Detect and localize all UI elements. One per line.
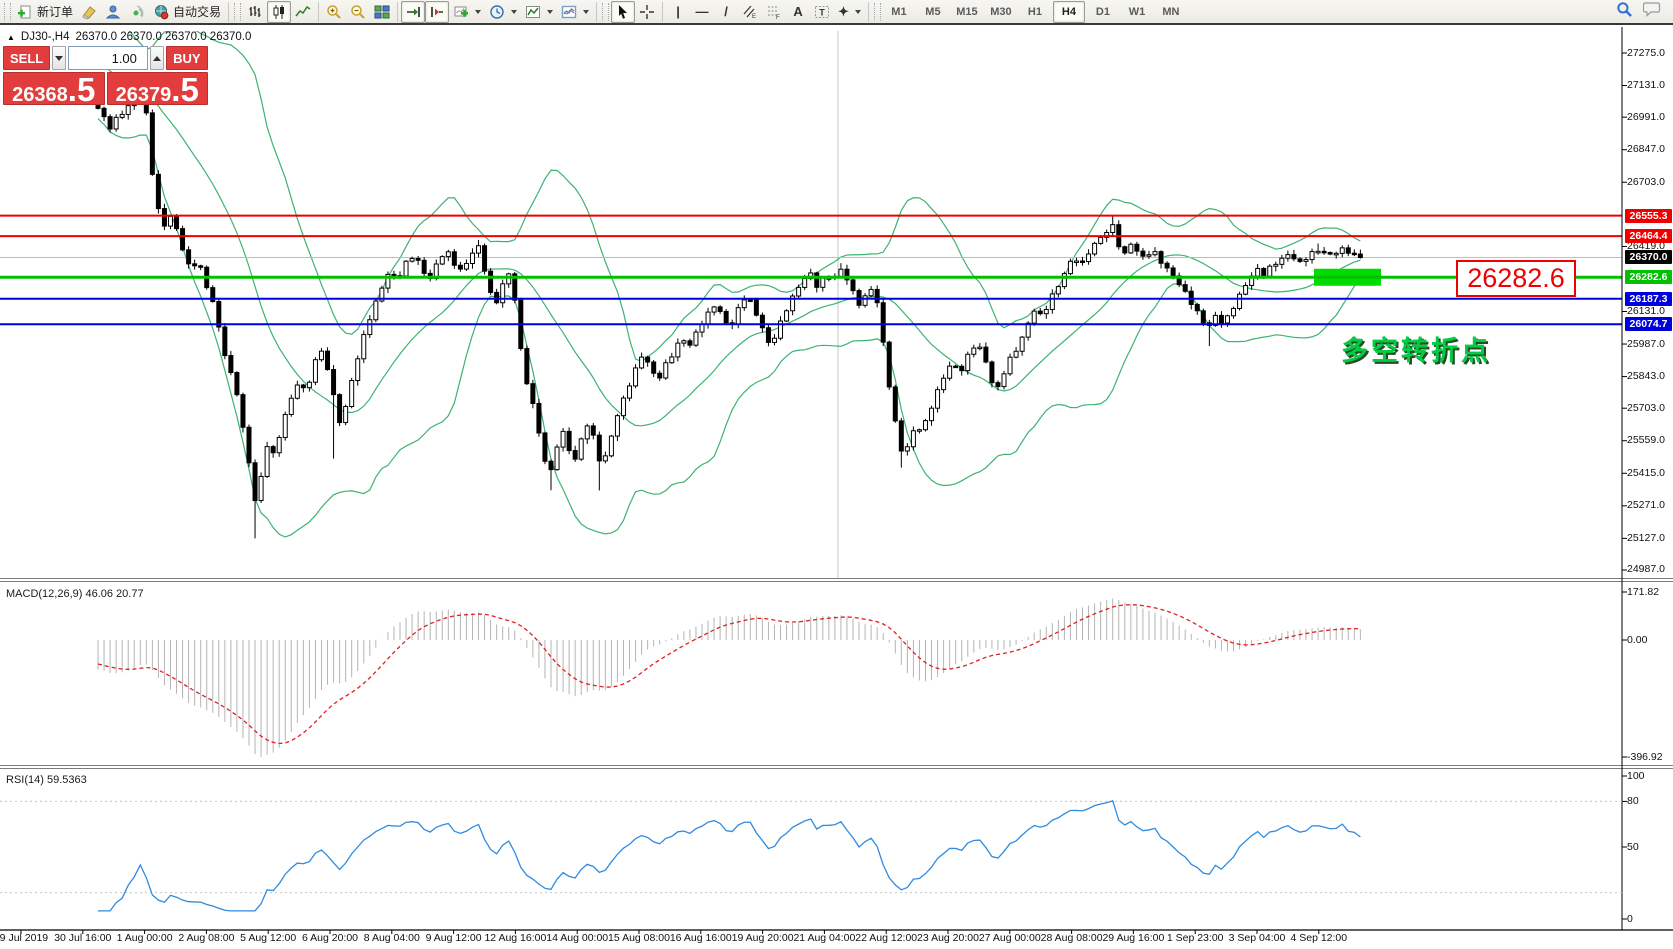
mt4-window: 新订单 自动交易 xyxy=(0,0,1673,949)
macd-header: MACD(12,26,9) 46.06 20.77 xyxy=(6,588,144,600)
price-callout-box[interactable]: 26282.6 xyxy=(1456,260,1576,297)
chart-symbol-period: DJ30-,H4 xyxy=(21,31,70,43)
candles-layer xyxy=(96,74,1362,538)
main-plot-layer xyxy=(0,1,1622,578)
buy-button[interactable]: BUY xyxy=(166,46,208,70)
chart-ohlc-values: 26370.0 26370.0 26370.0 26370.0 xyxy=(76,31,252,43)
volume-input[interactable] xyxy=(68,46,148,70)
turning-point-annotation[interactable]: 多空转折点 xyxy=(1341,329,1491,368)
caret-down-icon xyxy=(55,56,63,61)
buy-price-main: 26379 xyxy=(116,84,172,107)
macd-layer xyxy=(98,599,1360,757)
collapse-chart-icon[interactable]: ▲ xyxy=(7,33,15,42)
rsi-header: RSI(14) 59.5363 xyxy=(6,774,87,786)
chart-title: ▲ DJ30-,H4 26370.0 26370.0 26370.0 26370… xyxy=(7,31,251,43)
sell-price-display[interactable]: 26368.5 xyxy=(3,72,105,105)
buy-price-pips: .5 xyxy=(171,75,199,105)
one-click-trading-panel: SELL BUY 26368.5 26379.5 xyxy=(3,46,208,105)
caret-up-icon xyxy=(153,56,161,61)
volume-increase-button[interactable] xyxy=(150,46,164,70)
sell-price-pips: .5 xyxy=(68,75,96,105)
sell-button[interactable]: SELL xyxy=(3,46,50,70)
rsi-line xyxy=(98,801,1360,911)
volume-decrease-button[interactable] xyxy=(52,46,66,70)
buy-price-display[interactable]: 26379.5 xyxy=(107,72,209,105)
sell-price-main: 26368 xyxy=(12,84,68,107)
chart-canvas[interactable] xyxy=(0,0,1673,949)
